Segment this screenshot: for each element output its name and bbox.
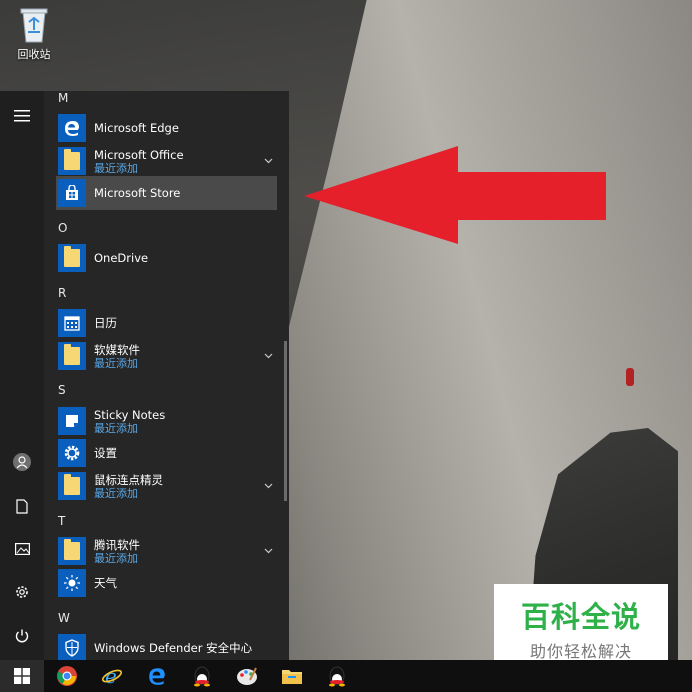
user-account-button[interactable] [0, 442, 44, 482]
sticky-notes-icon [58, 407, 86, 435]
pictures-button[interactable] [0, 529, 44, 569]
chevron-down-icon[interactable] [261, 479, 275, 493]
app-sticky-notes[interactable]: Sticky Notes 最近添加 [56, 404, 277, 438]
app-calendar[interactable]: 日历 [56, 306, 277, 340]
section-header-w[interactable]: W [58, 611, 70, 625]
calendar-icon [58, 309, 86, 337]
ie-icon: e [101, 665, 123, 687]
red-arrow-annotation [304, 146, 606, 244]
document-icon [16, 498, 28, 514]
svg-text:e: e [105, 665, 117, 687]
app-recently-added: 最近添加 [94, 356, 138, 370]
app-name: 鼠标连点精灵 [94, 472, 163, 487]
file-explorer-icon [282, 670, 302, 684]
app-ruanmei-software[interactable]: 软媒软件 最近添加 [56, 339, 277, 373]
gear-icon [16, 586, 28, 598]
watermark-logo: 百科全说 助你轻松解决 [494, 584, 668, 664]
qq-icon [329, 666, 345, 687]
section-header-o[interactable]: O [58, 221, 67, 235]
folder-icon [58, 147, 86, 175]
weather-icon [58, 569, 86, 597]
pictures-icon [14, 543, 30, 555]
user-icon [13, 453, 31, 471]
app-name: 日历 [94, 316, 117, 330]
watermark-subtitle: 助你轻松解决 [529, 642, 632, 661]
chevron-down-icon[interactable] [261, 154, 275, 168]
app-name: Microsoft Store [94, 186, 181, 200]
start-button[interactable] [0, 660, 44, 692]
folder-icon [58, 472, 86, 500]
taskbar-qq[interactable] [180, 660, 224, 692]
chevron-down-icon[interactable] [261, 349, 275, 363]
paint-icon [237, 667, 257, 685]
section-header-r[interactable]: R [58, 286, 66, 300]
start-icon [14, 668, 30, 684]
app-windows-defender[interactable]: Windows Defender 安全中心 [56, 631, 277, 660]
taskbar: e [0, 660, 692, 692]
hamburger-icon [14, 110, 30, 122]
chrome-icon [57, 666, 77, 686]
taskbar-internet-explorer[interactable]: e [90, 660, 134, 692]
edge-icon [58, 114, 86, 142]
documents-button[interactable] [0, 486, 44, 526]
app-recently-added: 最近添加 [94, 486, 138, 500]
wallpaper-climber [626, 368, 634, 386]
store-icon [58, 179, 86, 207]
app-name: OneDrive [94, 251, 149, 265]
folder-icon [58, 537, 86, 565]
recycle-bin-label: 回收站 [17, 48, 51, 61]
section-header-t[interactable]: T [58, 514, 65, 528]
edge-icon [149, 668, 165, 685]
start-menu-app-list: M Microsoft Edge Microsoft Office 最近添加 M… [44, 91, 289, 660]
app-microsoft-edge[interactable]: Microsoft Edge [56, 111, 277, 145]
watermark-title: 百科全说 [520, 600, 641, 634]
app-recently-added: 最近添加 [94, 161, 138, 175]
app-weather[interactable]: 天气 [56, 566, 277, 600]
hamburger-menu-button[interactable] [0, 96, 44, 136]
taskbar-file-explorer[interactable] [270, 660, 314, 692]
power-icon [15, 629, 29, 643]
app-name: 设置 [94, 446, 117, 460]
section-header-s[interactable]: S [58, 383, 66, 397]
app-list-scrollbar[interactable] [284, 341, 287, 501]
app-settings[interactable]: 设置 [56, 436, 277, 470]
app-name: Windows Defender 安全中心 [94, 641, 253, 655]
app-recently-added: 最近添加 [94, 551, 138, 565]
start-menu-rail [0, 91, 44, 660]
settings-button[interactable] [0, 572, 44, 612]
chevron-down-icon[interactable] [261, 544, 275, 558]
gear-icon [58, 439, 86, 467]
section-header-m[interactable]: M [58, 91, 68, 105]
app-microsoft-store[interactable]: Microsoft Store [56, 176, 277, 210]
taskbar-edge[interactable] [135, 660, 179, 692]
app-name: 腾讯软件 [94, 537, 140, 552]
app-name: 软媒软件 [94, 342, 140, 357]
shield-icon [58, 634, 86, 660]
power-button[interactable] [0, 616, 44, 656]
recycle-bin[interactable]: 回收站 [10, 4, 58, 62]
folder-icon [58, 342, 86, 370]
app-name: Microsoft Edge [94, 121, 179, 135]
onedrive-icon [58, 244, 86, 272]
taskbar-qq-2[interactable] [315, 660, 359, 692]
taskbar-chrome[interactable] [45, 660, 89, 692]
app-mouse-clicker[interactable]: 鼠标连点精灵 最近添加 [56, 469, 277, 503]
recycle-bin-icon [17, 4, 51, 44]
qq-icon [194, 666, 210, 687]
app-tencent-software[interactable]: 腾讯软件 最近添加 [56, 534, 277, 568]
taskbar-paint[interactable] [225, 660, 269, 692]
app-recently-added: 最近添加 [94, 421, 138, 435]
app-name: 天气 [94, 576, 117, 590]
app-name: Sticky Notes [94, 407, 166, 422]
app-microsoft-office[interactable]: Microsoft Office 最近添加 [56, 144, 277, 178]
app-name: Microsoft Office [94, 147, 184, 162]
app-onedrive[interactable]: OneDrive [56, 241, 277, 275]
